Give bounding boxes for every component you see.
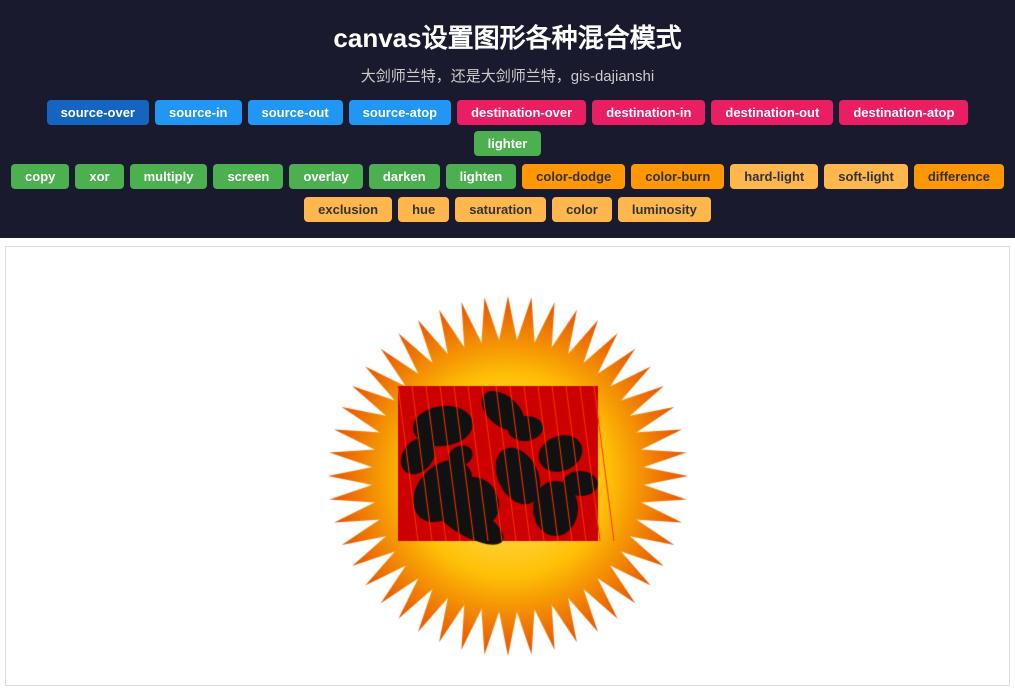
blend-mode-btn-source-atop[interactable]: source-atop [349,100,451,125]
blend-mode-btn-copy[interactable]: copy [11,164,69,189]
blend-mode-btn-multiply[interactable]: multiply [130,164,208,189]
blend-mode-btn-hard-light[interactable]: hard-light [730,164,818,189]
blend-mode-btn-source-out[interactable]: source-out [248,100,343,125]
blend-mode-btn-color-dodge[interactable]: color-dodge [522,164,625,189]
blend-mode-btn-hue[interactable]: hue [398,197,449,222]
canvas-area [5,246,1010,686]
blend-mode-btn-destination-atop[interactable]: destination-atop [839,100,968,125]
blend-mode-btn-saturation[interactable]: saturation [455,197,546,222]
blend-mode-btn-color-burn[interactable]: color-burn [631,164,724,189]
header: canvas设置图形各种混合模式 大剑师兰特，还是大剑师兰特，gis-dajia… [0,0,1015,238]
button-rows: source-oversource-insource-outsource-ato… [10,100,1005,222]
page-title: canvas设置图形各种混合模式 [10,18,1005,55]
blend-mode-btn-destination-out[interactable]: destination-out [711,100,833,125]
button-row-2: copyxor multiplyscreenoverlaydarkenlighte… [11,164,1004,189]
blend-mode-btn-source-over[interactable]: source-over [47,100,149,125]
blend-mode-btn-color[interactable]: color [552,197,612,222]
blend-mode-btn-soft-light[interactable]: soft-light [824,164,908,189]
button-row-3: exclusionhuesaturationcolorluminosity [304,197,711,222]
blend-mode-btn-destination-over[interactable]: destination-over [457,100,586,125]
blend-canvas [158,256,858,676]
blend-mode-btn-lighten[interactable]: lighten [446,164,517,189]
blend-mode-btn-xor[interactable]: xor [75,164,123,189]
button-row-1: source-oversource-insource-outsource-ato… [10,100,1005,156]
blend-mode-btn-source-in[interactable]: source-in [155,100,242,125]
blend-mode-btn-overlay[interactable]: overlay [289,164,363,189]
subtitle: 大剑师兰特，还是大剑师兰特，gis-dajianshi [10,65,1005,86]
blend-mode-btn-difference[interactable]: difference [914,164,1004,189]
blend-mode-btn-destination-in[interactable]: destination-in [592,100,705,125]
blend-mode-btn-darken[interactable]: darken [369,164,440,189]
blend-mode-btn-luminosity[interactable]: luminosity [618,197,711,222]
blend-mode-btn-exclusion[interactable]: exclusion [304,197,392,222]
blend-mode-btn-screen[interactable]: screen [213,164,283,189]
blend-mode-btn-lighter[interactable]: lighter [474,131,542,156]
